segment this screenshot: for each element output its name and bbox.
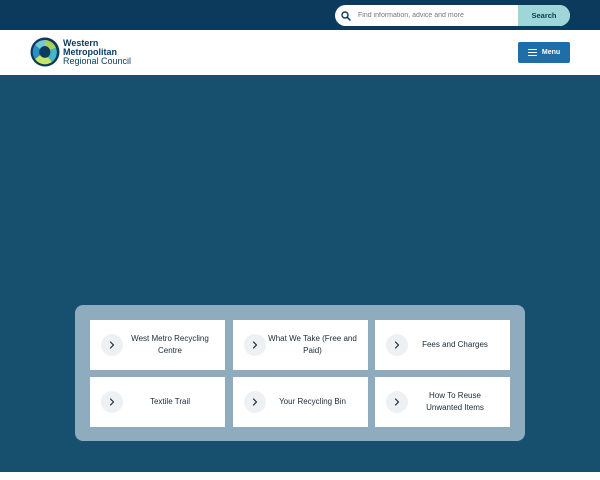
chevron-right-icon	[243, 391, 266, 413]
search-button[interactable]: Search	[518, 5, 570, 26]
site-header: Western Metropolitan Regional Council Me…	[0, 30, 600, 75]
logo-mark-icon	[30, 37, 60, 67]
quick-link-what-we-take[interactable]: What We Take (Free and Paid)	[232, 320, 368, 370]
menu-label: Menu	[541, 49, 561, 56]
chevron-right-icon	[101, 391, 123, 413]
quick-link-how-to-reuse-unwanted-items[interactable]: How To Reuse Unwanted Items	[375, 377, 510, 427]
search-input[interactable]	[357, 5, 518, 26]
quick-link-label: West Metro Recycling Centre	[131, 334, 209, 355]
search-form: Search	[335, 5, 570, 26]
quick-link-label: How To Reuse Unwanted Items	[426, 391, 484, 412]
chevron-right-icon	[386, 391, 408, 413]
logo-line-3: Regional Council	[63, 55, 132, 66]
chevron-right-icon	[386, 334, 408, 356]
quick-link-label: Textile Trail	[149, 397, 190, 406]
quick-link-textile-trail[interactable]: Textile Trail	[90, 377, 225, 427]
top-bar: Search	[0, 0, 600, 30]
quick-links-grid: West Metro Recycling Centre What We Take…	[90, 320, 510, 427]
search-icon[interactable]	[335, 5, 357, 26]
footer-strip	[0, 472, 600, 480]
chevron-right-icon	[243, 334, 266, 356]
quick-link-label: Your Recycling Bin	[279, 397, 346, 406]
chevron-right-icon	[101, 334, 123, 356]
quick-link-fees-and-charges[interactable]: Fees and Charges	[375, 320, 510, 370]
logo-text: Western Metropolitan Regional Council	[63, 38, 132, 66]
quick-link-west-metro-recycling-centre[interactable]: West Metro Recycling Centre	[90, 320, 225, 370]
site-logo[interactable]: Western Metropolitan Regional Council	[30, 37, 131, 67]
quick-link-your-recycling-bin[interactable]: Your Recycling Bin	[232, 377, 368, 427]
quick-links-panel: West Metro Recycling Centre What We Take…	[75, 305, 525, 441]
quick-link-label: Fees and Charges	[422, 340, 488, 349]
quick-link-label: What We Take (Free and Paid)	[268, 334, 357, 355]
menu-button[interactable]: Menu	[518, 42, 570, 63]
hamburger-icon	[527, 49, 537, 56]
